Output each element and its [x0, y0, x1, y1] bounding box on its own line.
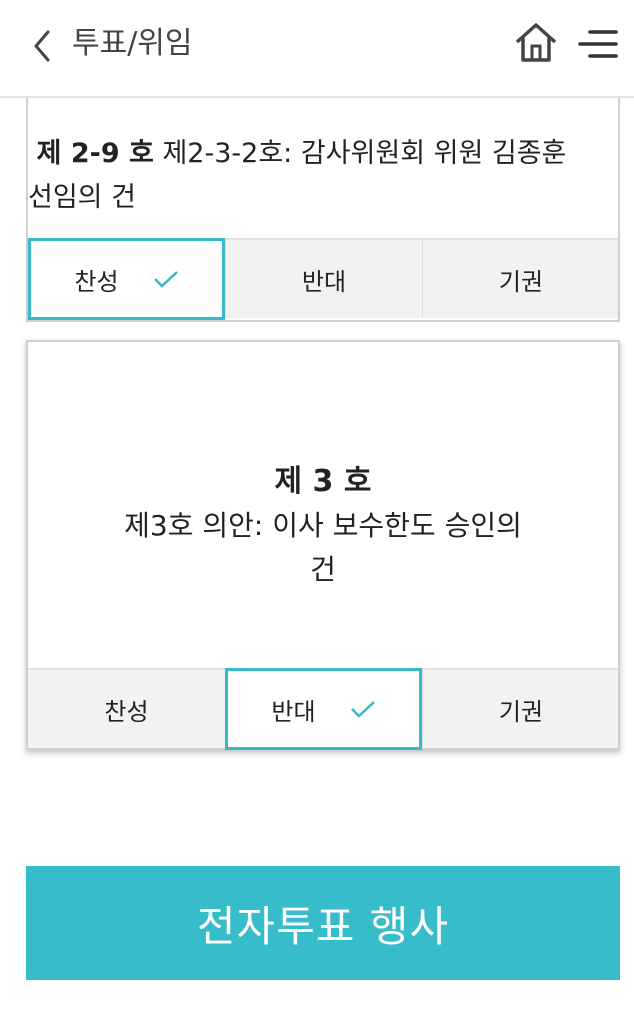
agenda-number: 제 3 호: [274, 464, 372, 499]
hamburger-menu-icon: [578, 30, 618, 58]
check-icon: [350, 701, 375, 718]
vote-options: 찬성 반대 기권: [28, 668, 619, 750]
app-header: 투표/위임: [0, 0, 634, 98]
vote-oppose-label: 반대: [271, 697, 316, 726]
vote-options: 찬성 반대 기권: [28, 238, 619, 320]
vote-approve-label: 찬성: [74, 267, 119, 296]
vote-approve-button[interactable]: 찬성: [28, 238, 225, 320]
vote-oppose-button[interactable]: 반대: [225, 668, 422, 750]
back-button[interactable]: [26, 26, 62, 66]
home-button[interactable]: [513, 20, 559, 66]
home-icon: [515, 23, 557, 62]
agenda-title: 제 3 호 제3호 의안: 이사 보수한도 승인의 건: [48, 460, 598, 592]
vote-oppose-button[interactable]: 반대: [225, 240, 422, 318]
agenda-title-line2: 건: [310, 553, 336, 586]
vote-approve-button[interactable]: 찬성: [28, 670, 225, 748]
vote-abstain-label: 기권: [498, 267, 544, 296]
vote-abstain-button[interactable]: 기권: [422, 240, 619, 318]
agenda-card-3: 제 3 호 제3호 의안: 이사 보수한도 승인의 건 찬성 반대 기권: [26, 340, 620, 750]
agenda-card-2-9: 제 2-9 호 제2-3-2호: 감사위원회 위원 김종훈 선임의 건 찬성 반…: [26, 98, 620, 322]
vote-oppose-label: 반대: [301, 267, 347, 296]
submit-evote-button[interactable]: 전자투표 행사: [26, 866, 620, 980]
agenda-title-line1: 제2-3-2호: 감사위원회 위원 김종훈: [162, 138, 567, 169]
vote-abstain-label: 기권: [498, 697, 544, 726]
vote-abstain-button[interactable]: 기권: [422, 670, 619, 748]
menu-button[interactable]: [576, 24, 620, 64]
page-title: 투표/위임: [72, 26, 193, 61]
check-icon: [153, 271, 178, 288]
agenda-title-line1: 제3호 의안: 이사 보수한도 승인의: [124, 509, 522, 542]
agenda-title-line2: 선임의 건: [28, 182, 136, 213]
chevron-left-icon: [34, 30, 50, 62]
vote-approve-label: 찬성: [104, 697, 149, 726]
agenda-title: 제 2-9 호 제2-3-2호: 감사위원회 위원 김종훈 선임의 건: [28, 132, 598, 220]
agenda-number: 제 2-9 호: [36, 138, 154, 169]
